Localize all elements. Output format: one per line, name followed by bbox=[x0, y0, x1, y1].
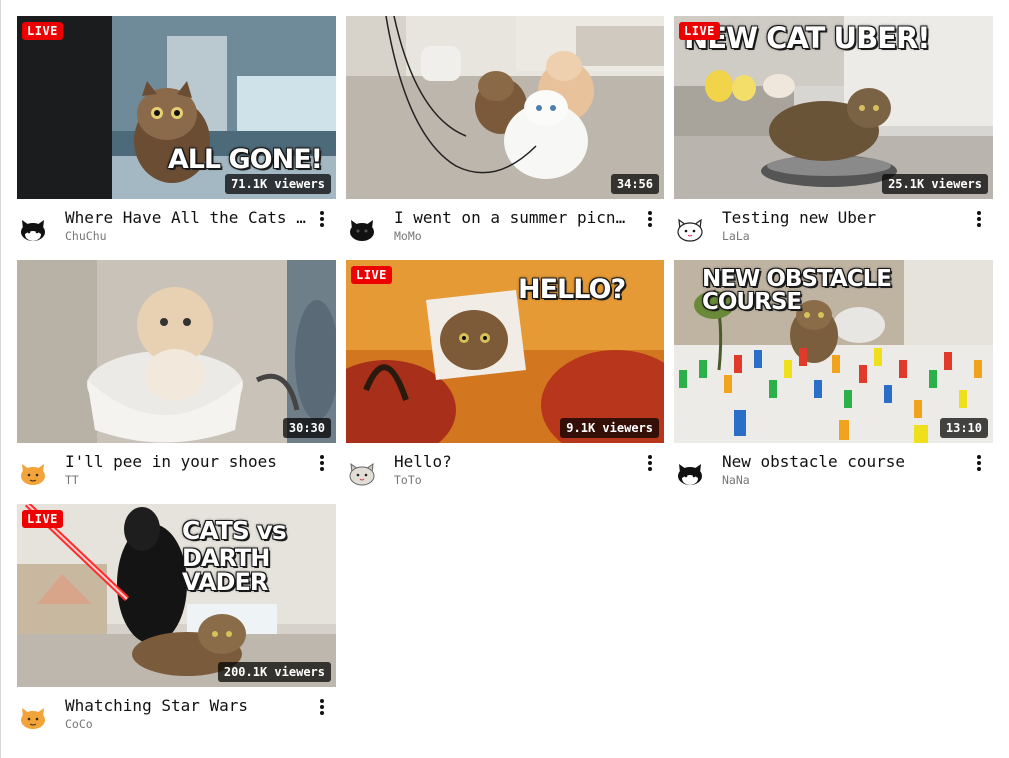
video-thumbnail[interactable]: 34:56 bbox=[346, 16, 664, 199]
live-badge: LIVE bbox=[22, 22, 63, 40]
video-thumbnail[interactable]: 30:30 bbox=[17, 260, 336, 443]
gray-cat-icon bbox=[349, 462, 375, 486]
video-meta: Whatching Star Wars CoCo bbox=[17, 687, 336, 748]
duration-badge: 30:30 bbox=[282, 418, 331, 438]
video-title[interactable]: I went on a summer picnic bbox=[394, 208, 634, 228]
channel-name[interactable]: ToTo bbox=[394, 472, 634, 488]
live-badge: LIVE bbox=[679, 22, 720, 40]
duration-badge: 34:56 bbox=[610, 174, 659, 194]
video-meta: I'll pee in your shoes TT bbox=[17, 443, 336, 504]
video-card[interactable]: NEW CAT UBER! LIVE 25.1K viewers Testing… bbox=[674, 16, 993, 260]
channel-avatar[interactable] bbox=[346, 458, 378, 490]
more-options-icon[interactable] bbox=[314, 452, 330, 474]
viewer-count-badge: 25.1K viewers bbox=[882, 174, 988, 194]
video-meta: Testing new Uber LaLa bbox=[674, 199, 993, 260]
thumbnail-scene bbox=[17, 504, 336, 687]
channel-name[interactable]: LaLa bbox=[722, 228, 963, 244]
video-thumbnail[interactable]: HELLO? LIVE 9.1K viewers bbox=[346, 260, 664, 443]
channel-name[interactable]: NaNa bbox=[722, 472, 963, 488]
video-title[interactable]: I'll pee in your shoes bbox=[65, 452, 306, 472]
video-card[interactable]: 34:56 I went on a summer picnic MoMo bbox=[346, 16, 664, 260]
thumbnail-overlay-text-line2: DARTH VADER bbox=[182, 544, 270, 596]
video-meta: Where Have All the Cats … ChuChu bbox=[17, 199, 336, 260]
channel-avatar[interactable] bbox=[17, 702, 49, 734]
live-badge: LIVE bbox=[22, 510, 63, 528]
thumbnail-overlay-text: HELLO? bbox=[518, 274, 626, 305]
viewer-count-badge: 9.1K viewers bbox=[560, 418, 659, 438]
duration-badge: 13:10 bbox=[939, 418, 988, 438]
channel-name[interactable]: ChuChu bbox=[65, 228, 306, 244]
video-card[interactable]: ALL GONE! LIVE 71.1K viewers Where Have … bbox=[17, 16, 336, 260]
live-badge: LIVE bbox=[351, 266, 392, 284]
channel-name[interactable]: CoCo bbox=[65, 716, 306, 732]
video-meta: I went on a summer picnic MoMo bbox=[346, 199, 664, 260]
video-title[interactable]: Where Have All the Cats … bbox=[65, 208, 306, 228]
thumbnail-overlay-text: NEW OBSTACLE COURSE bbox=[702, 266, 892, 315]
channel-avatar[interactable] bbox=[674, 214, 706, 246]
more-options-icon[interactable] bbox=[971, 208, 987, 230]
video-card[interactable]: HELLO? LIVE 9.1K viewers Hello? ToTo bbox=[346, 260, 664, 504]
white-cat-icon bbox=[677, 218, 703, 242]
thumbnail-overlay-text: ALL GONE! bbox=[167, 144, 323, 175]
channel-avatar[interactable] bbox=[17, 458, 49, 490]
video-card[interactable]: NEW OBSTACLE COURSE 13:10 New obstacle c… bbox=[674, 260, 993, 504]
channel-name[interactable]: MoMo bbox=[394, 228, 634, 244]
video-thumbnail[interactable]: CATS vs DARTH VADER LIVE 200.1K viewers bbox=[17, 504, 336, 687]
channel-avatar[interactable] bbox=[346, 214, 378, 246]
video-thumbnail[interactable]: ALL GONE! LIVE 71.1K viewers bbox=[17, 16, 336, 199]
channel-avatar[interactable] bbox=[674, 458, 706, 490]
window-edge bbox=[0, 0, 1, 758]
video-thumbnail[interactable]: NEW OBSTACLE COURSE 13:10 bbox=[674, 260, 993, 443]
more-options-icon[interactable] bbox=[642, 452, 658, 474]
video-thumbnail[interactable]: NEW CAT UBER! LIVE 25.1K viewers bbox=[674, 16, 993, 199]
orange-cat-icon bbox=[21, 464, 45, 485]
video-title[interactable]: Testing new Uber bbox=[722, 208, 963, 228]
more-options-icon[interactable] bbox=[642, 208, 658, 230]
channel-name[interactable]: TT bbox=[65, 472, 306, 488]
black-white-cat-icon bbox=[21, 220, 45, 241]
video-grid: ALL GONE! LIVE 71.1K viewers Where Have … bbox=[17, 16, 993, 748]
video-card[interactable]: CATS vs DARTH VADER LIVE 200.1K viewers … bbox=[17, 504, 336, 748]
video-title[interactable]: New obstacle course bbox=[722, 452, 963, 472]
thumbnail-overlay-text-line1: CATS vs bbox=[182, 516, 287, 545]
thumbnail-scene bbox=[346, 16, 664, 199]
thumbnail-overlay-text: NEW CAT UBER! bbox=[684, 21, 931, 55]
video-title[interactable]: Whatching Star Wars bbox=[65, 696, 306, 716]
black-cat-icon bbox=[350, 220, 374, 241]
viewer-count-badge: 71.1K viewers bbox=[225, 174, 331, 194]
video-meta: Hello? ToTo bbox=[346, 443, 664, 504]
channel-avatar[interactable] bbox=[17, 214, 49, 246]
more-options-icon[interactable] bbox=[971, 452, 987, 474]
thumbnail-scene bbox=[17, 260, 336, 443]
video-meta: New obstacle course NaNa bbox=[674, 443, 993, 504]
black-white-cat-icon bbox=[678, 464, 702, 485]
more-options-icon[interactable] bbox=[314, 696, 330, 718]
viewer-count-badge: 200.1K viewers bbox=[217, 662, 331, 682]
orange-cat-icon bbox=[21, 708, 45, 729]
video-title[interactable]: Hello? bbox=[394, 452, 634, 472]
video-card[interactable]: 30:30 I'll pee in your shoes TT bbox=[17, 260, 336, 504]
more-options-icon[interactable] bbox=[314, 208, 330, 230]
